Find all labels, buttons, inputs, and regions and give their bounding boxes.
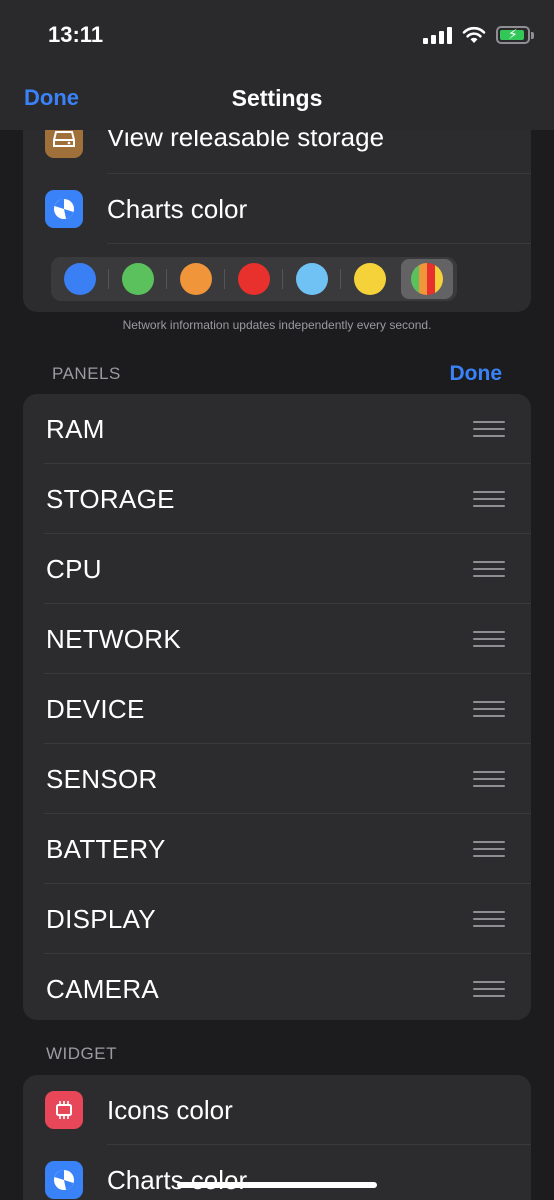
panels-list: RAM STORAGE CPU NETWORK DEVICE SENSOR BA… [23, 394, 531, 1020]
reorder-handle-icon[interactable] [473, 981, 505, 997]
color-swatch-multicolor[interactable] [401, 259, 453, 299]
status-time: 13:11 [48, 22, 104, 47]
panel-label: CAMERA [46, 973, 160, 1004]
color-swatch-light-blue[interactable] [283, 257, 341, 301]
color-swatch-orange[interactable] [167, 257, 225, 301]
panel-row-device[interactable]: DEVICE [23, 674, 531, 744]
charts-color-row[interactable]: Charts color [23, 174, 531, 244]
panels-section-header: PANELS [52, 364, 121, 383]
panel-row-cpu[interactable]: CPU [23, 534, 531, 604]
top-bar: 13:11 ⚡ Settings Done [0, 0, 554, 130]
reorder-handle-icon[interactable] [473, 631, 505, 647]
pie-chart-icon [45, 190, 83, 228]
reorder-handle-icon[interactable] [473, 561, 505, 577]
status-icons: ⚡ [423, 22, 534, 48]
color-swatch-blue[interactable] [51, 257, 109, 301]
page-title: Settings [231, 85, 323, 111]
panel-row-battery[interactable]: BATTERY [23, 814, 531, 884]
widget-charts-color-label: Charts color [107, 1164, 248, 1195]
chart-color-picker [51, 257, 457, 301]
icons-color-row[interactable]: Icons color [23, 1075, 531, 1145]
charts-color-label: Charts color [107, 193, 248, 224]
reorder-handle-icon[interactable] [473, 911, 505, 927]
panel-row-network[interactable]: NETWORK [23, 604, 531, 674]
panel-row-ram[interactable]: RAM [23, 394, 531, 464]
color-swatch-red[interactable] [225, 257, 283, 301]
panel-label: DEVICE [46, 693, 145, 724]
panel-row-storage[interactable]: STORAGE [23, 464, 531, 534]
icons-color-label: Icons color [107, 1094, 233, 1125]
battery-icon: ⚡ [496, 26, 534, 44]
color-swatch-green[interactable] [109, 257, 167, 301]
panel-label: BATTERY [46, 833, 166, 864]
pie-chart-icon [45, 1161, 83, 1199]
reorder-handle-icon[interactable] [473, 701, 505, 717]
done-button[interactable]: Done [24, 85, 79, 111]
panel-label: SENSOR [46, 763, 158, 794]
reorder-handle-icon[interactable] [473, 491, 505, 507]
panel-label: STORAGE [46, 483, 175, 514]
color-swatch-yellow[interactable] [341, 257, 399, 301]
panel-label: RAM [46, 413, 105, 444]
panels-done-button[interactable]: Done [450, 362, 503, 386]
reorder-handle-icon[interactable] [473, 771, 505, 787]
panel-row-sensor[interactable]: SENSOR [23, 744, 531, 814]
chip-icon [45, 1091, 83, 1129]
cellular-signal-icon [423, 26, 452, 44]
reorder-handle-icon[interactable] [473, 421, 505, 437]
reorder-handle-icon[interactable] [473, 841, 505, 857]
panel-label: NETWORK [46, 623, 181, 654]
widget-charts-color-row[interactable]: Charts color [23, 1145, 531, 1200]
panel-label: DISPLAY [46, 903, 156, 934]
widget-section-header: WIDGET [46, 1044, 117, 1063]
wifi-icon [462, 26, 486, 43]
panel-row-camera[interactable]: CAMERA [23, 954, 531, 1020]
home-indicator[interactable] [177, 1182, 377, 1188]
settings-screen: 13:11 ⚡ Settings Done View releasable st… [0, 0, 554, 1200]
network-footnote: Network information updates independentl… [122, 318, 432, 332]
panel-label: CPU [46, 553, 102, 584]
panel-row-display[interactable]: DISPLAY [23, 884, 531, 954]
